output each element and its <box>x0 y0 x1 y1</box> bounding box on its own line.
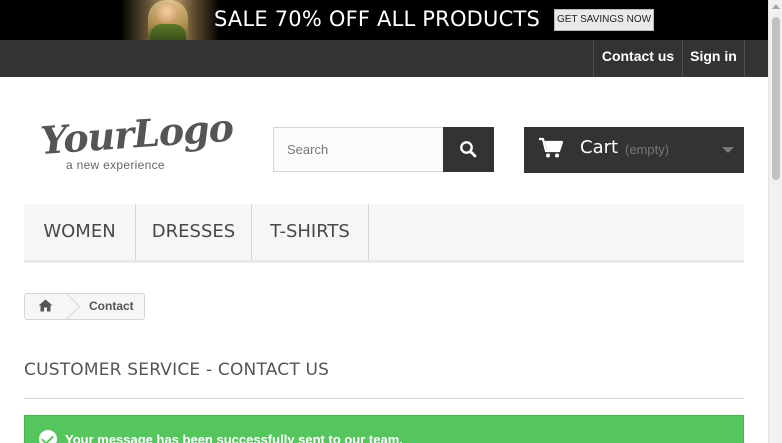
home-icon <box>38 299 53 312</box>
main-menu: WOMEN DRESSES T-SHIRTS <box>24 204 744 263</box>
contact-us-link[interactable]: Contact us <box>593 40 682 77</box>
logo-wordmark: YourLogo <box>38 104 235 163</box>
page-scrollbar[interactable] <box>768 0 782 443</box>
menu-item-tshirts[interactable]: T-SHIRTS <box>252 204 369 260</box>
cart-label: Cart <box>580 137 619 158</box>
promo-headline: SALE 70% OFF ALL PRODUCTS <box>214 7 541 31</box>
success-alert: Your message has been successfully sent … <box>24 415 744 443</box>
search-icon <box>460 141 477 158</box>
breadcrumb: Contact <box>24 293 145 320</box>
breadcrumb-current: Contact <box>89 299 134 313</box>
search-input[interactable] <box>274 128 444 171</box>
sign-in-link[interactable]: Sign in <box>682 40 744 77</box>
top-nav-bar: Contact us Sign in <box>0 40 768 77</box>
page-title: CUSTOMER SERVICE - CONTACT US <box>24 360 744 399</box>
scroll-up-icon[interactable] <box>772 4 780 9</box>
alert-message: Your message has been successfully sent … <box>65 432 403 443</box>
breadcrumb-separator <box>61 294 85 319</box>
get-savings-button[interactable]: GET SAVINGS NOW <box>554 9 654 31</box>
menu-item-women[interactable]: WOMEN <box>24 204 136 260</box>
promo-banner[interactable]: SALE 70% OFF ALL PRODUCTS GET SAVINGS NO… <box>0 0 768 40</box>
search-box <box>273 127 494 172</box>
promo-model-image <box>120 0 220 40</box>
chevron-down-icon <box>722 147 734 153</box>
check-circle-icon <box>39 430 57 443</box>
search-button[interactable] <box>443 127 494 172</box>
cart-state: (empty) <box>625 142 670 157</box>
logo-tagline: a new experience <box>66 158 165 172</box>
cart-icon <box>539 137 564 158</box>
site-logo[interactable]: YourLogo a new experience <box>39 105 234 176</box>
cart-button[interactable]: Cart (empty) <box>524 127 744 173</box>
menu-item-dresses[interactable]: DRESSES <box>136 204 252 260</box>
scrollbar-thumb[interactable] <box>772 17 780 180</box>
